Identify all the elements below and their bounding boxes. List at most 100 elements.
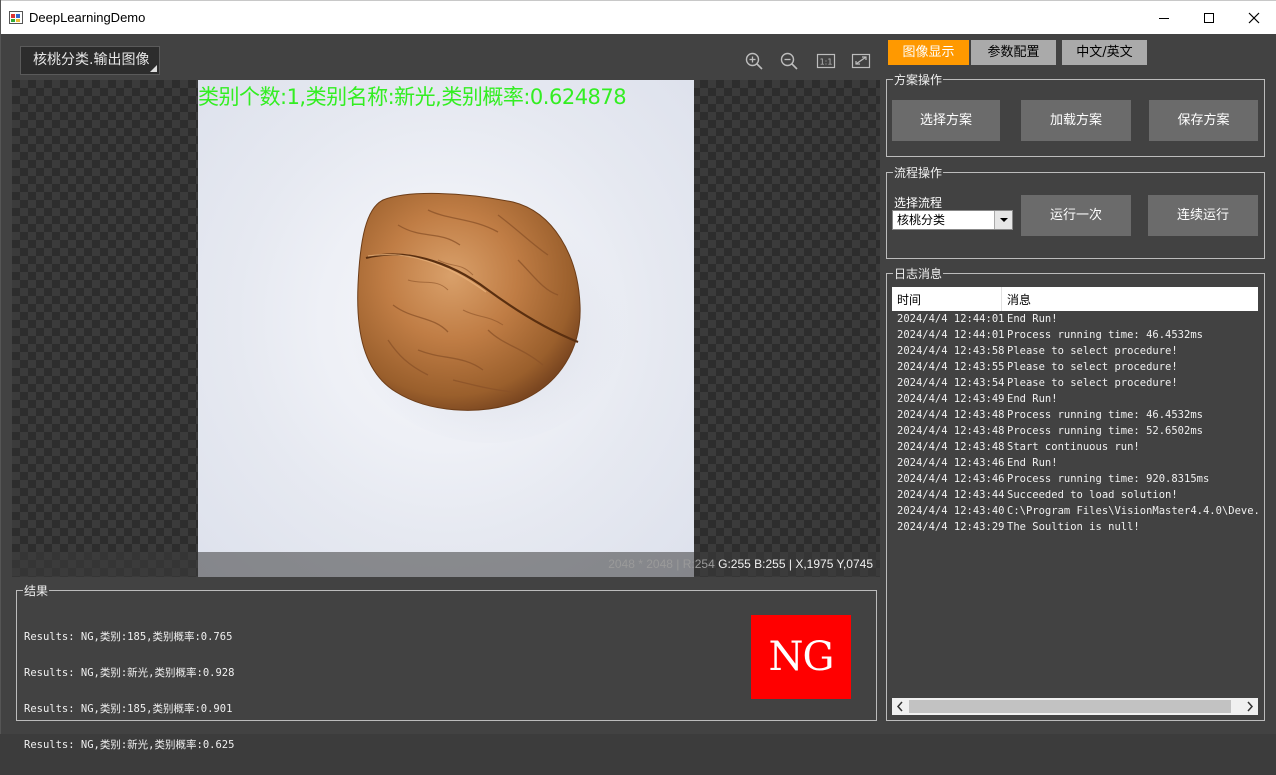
classification-overlay-text: 类别个数:1,类别名称:新光,类别概率:0.624878 xyxy=(198,85,627,109)
cursor-y-text: Y,0745 xyxy=(836,557,874,571)
scroll-right-icon[interactable] xyxy=(1241,698,1258,715)
title-bar: DeepLearningDemo xyxy=(1,0,1276,34)
tab-language-toggle[interactable]: 中文/英文 xyxy=(1062,40,1147,65)
result-line: Results: NG,类别:185,类别概率:0.765 xyxy=(24,631,233,643)
log-row[interactable]: 2024/4/4 12:44:01 Process running time: 4… xyxy=(897,329,1203,345)
column-divider[interactable] xyxy=(1001,287,1002,311)
scroll-left-icon[interactable] xyxy=(892,698,909,715)
result-line: Results: NG,类别:新光,类别概率:0.625 xyxy=(24,739,235,751)
log-row[interactable]: 2024/4/4 12:43:54 Please to select proced… xyxy=(897,377,1178,393)
log-column-time[interactable]: 时间 xyxy=(897,291,921,308)
walnut-image xyxy=(198,80,694,577)
zoom-in-icon[interactable] xyxy=(744,51,764,71)
log-row[interactable]: 2024/4/4 12:43:44 Succeeded to load solut… xyxy=(897,489,1178,505)
log-time: 2024/4/4 12:43:58 xyxy=(897,345,1005,357)
log-time: 2024/4/4 12:43:48 xyxy=(897,425,1005,437)
separator-text: | xyxy=(788,557,792,571)
log-table-header: 时间 消息 xyxy=(892,287,1258,311)
log-row[interactable]: 2024/4/4 12:43:48 Start continuous run! xyxy=(897,441,1140,457)
dropdown-grip-icon xyxy=(150,65,157,72)
cursor-x-text: X,1975 xyxy=(795,557,834,571)
log-time: 2024/4/4 12:43:55 xyxy=(897,361,1005,373)
save-solution-button[interactable]: 保存方案 xyxy=(1149,100,1258,141)
log-time: 2024/4/4 12:43:29 xyxy=(897,521,1005,533)
app-icon xyxy=(9,11,23,24)
select-solution-button[interactable]: 选择方案 xyxy=(892,100,1000,141)
log-message: Please to select procedure! xyxy=(1007,377,1178,389)
log-row[interactable]: 2024/4/4 12:43:55 Please to select proced… xyxy=(897,361,1178,377)
log-message: Process running time: 46.4532ms xyxy=(1007,329,1203,341)
maximize-icon xyxy=(1204,12,1214,23)
tab-image-display[interactable]: 图像显示 xyxy=(888,40,969,65)
fit-window-icon[interactable] xyxy=(851,51,871,71)
process-select[interactable]: 核桃分类 xyxy=(892,210,1013,230)
maximize-button[interactable] xyxy=(1186,1,1232,34)
log-time: 2024/4/4 12:43:48 xyxy=(897,441,1005,453)
log-message: Process running time: 920.8315ms xyxy=(1007,473,1210,485)
log-row[interactable]: 2024/4/4 12:43:49 End Run! xyxy=(897,393,1058,409)
solution-ops-label: 方案操作 xyxy=(894,73,943,87)
log-row[interactable]: 2024/4/4 12:43:29 The Soultion is null! xyxy=(897,521,1140,537)
log-message: Please to select procedure! xyxy=(1007,345,1178,357)
separator-text: | xyxy=(676,557,680,571)
log-time: 2024/4/4 12:43:49 xyxy=(897,393,1005,405)
ng-status-badge: NG xyxy=(751,615,851,699)
log-time: 2024/4/4 12:43:54 xyxy=(897,377,1005,389)
pixel-info-text: 2048 * 2048 | R:254 G:255 B:255 | X,1975… xyxy=(608,557,873,571)
load-solution-button[interactable]: 加载方案 xyxy=(1021,100,1131,141)
pixel-r-text: R:254 xyxy=(682,557,715,571)
svg-text:1:1: 1:1 xyxy=(820,58,833,67)
log-row[interactable]: 2024/4/4 12:43:48 Process running time: 5… xyxy=(897,425,1203,441)
log-message: The Soultion is null! xyxy=(1007,521,1140,533)
tab-parameter-config[interactable]: 参数配置 xyxy=(971,40,1056,65)
pixel-b-text: B:255 xyxy=(754,557,786,571)
close-icon xyxy=(1248,12,1260,23)
actual-size-icon[interactable]: 1:1 xyxy=(816,51,836,71)
log-column-message[interactable]: 消息 xyxy=(1007,291,1031,308)
app-window: DeepLearningDemo 核桃分类.输出图像 1:1 类别个数:1,类别… xyxy=(0,0,1276,751)
log-row[interactable]: 2024/4/4 12:43:40 C:\Program Files\Vision… xyxy=(897,505,1258,521)
chevron-down-icon[interactable] xyxy=(994,211,1012,229)
run-once-button[interactable]: 运行一次 xyxy=(1021,195,1131,236)
continuous-run-button[interactable]: 连续运行 xyxy=(1148,195,1258,236)
image-viewer[interactable]: 类别个数:1,类别名称:新光,类别概率:0.624878 2048 * 2048… xyxy=(12,80,880,577)
zoom-out-icon[interactable] xyxy=(779,51,799,71)
log-time: 2024/4/4 12:43:46 xyxy=(897,473,1005,485)
process-ops-label: 流程操作 xyxy=(894,166,943,180)
results-text: Results: NG,类别:185,类别概率:0.765 Results: N… xyxy=(24,607,234,775)
close-button[interactable] xyxy=(1231,1,1276,34)
log-row[interactable]: 2024/4/4 12:43:48 Process running time: 4… xyxy=(897,409,1203,425)
log-row[interactable]: 2024/4/4 12:43:46 Process running time: 9… xyxy=(897,473,1209,489)
log-message: Process running time: 46.4532ms xyxy=(1007,409,1203,421)
log-time: 2024/4/4 12:43:40 xyxy=(897,505,1005,517)
scrollbar-thumb[interactable] xyxy=(909,700,1231,713)
log-message: End Run! xyxy=(1007,393,1058,405)
log-row[interactable]: 2024/4/4 12:43:46 End Run! xyxy=(897,457,1058,473)
result-line: Results: NG,类别:185,类别概率:0.901 xyxy=(24,703,233,715)
log-row[interactable]: 2024/4/4 12:44:01 End Run! xyxy=(897,313,1058,329)
log-message: Please to select procedure! xyxy=(1007,361,1178,373)
log-horizontal-scrollbar[interactable] xyxy=(892,698,1258,715)
select-process-label: 选择流程 xyxy=(894,196,943,210)
log-time: 2024/4/4 12:43:44 xyxy=(897,489,1005,501)
process-select-value: 核桃分类 xyxy=(897,213,946,227)
log-list[interactable]: 2024/4/4 12:44:01 End Run! 2024/4/4 12:44… xyxy=(892,311,1258,698)
result-line: Results: NG,类别:新光,类别概率:0.928 xyxy=(24,667,235,679)
log-time: 2024/4/4 12:44:01 xyxy=(897,329,1005,341)
results-group-label: 结果 xyxy=(24,584,49,598)
log-message: End Run! xyxy=(1007,313,1058,325)
log-message: C:\Program Files\VisionMaster4.4.0\Deve.… xyxy=(1007,505,1258,517)
log-time: 2024/4/4 12:43:46 xyxy=(897,457,1005,469)
output-image-select[interactable]: 核桃分类.输出图像 xyxy=(20,46,160,75)
log-message: Start continuous run! xyxy=(1007,441,1140,453)
log-message: End Run! xyxy=(1007,457,1058,469)
log-group-label: 日志消息 xyxy=(894,267,943,281)
window-title: DeepLearningDemo xyxy=(29,10,146,25)
walnut-photo xyxy=(348,192,628,443)
log-time: 2024/4/4 12:43:48 xyxy=(897,409,1005,421)
log-row[interactable]: 2024/4/4 12:43:58 Please to select proced… xyxy=(897,345,1178,361)
minimize-icon xyxy=(1159,17,1169,19)
pixel-g-text: G:255 xyxy=(718,557,751,571)
minimize-button[interactable] xyxy=(1141,1,1187,34)
output-image-select-value: 核桃分类.输出图像 xyxy=(33,52,150,68)
